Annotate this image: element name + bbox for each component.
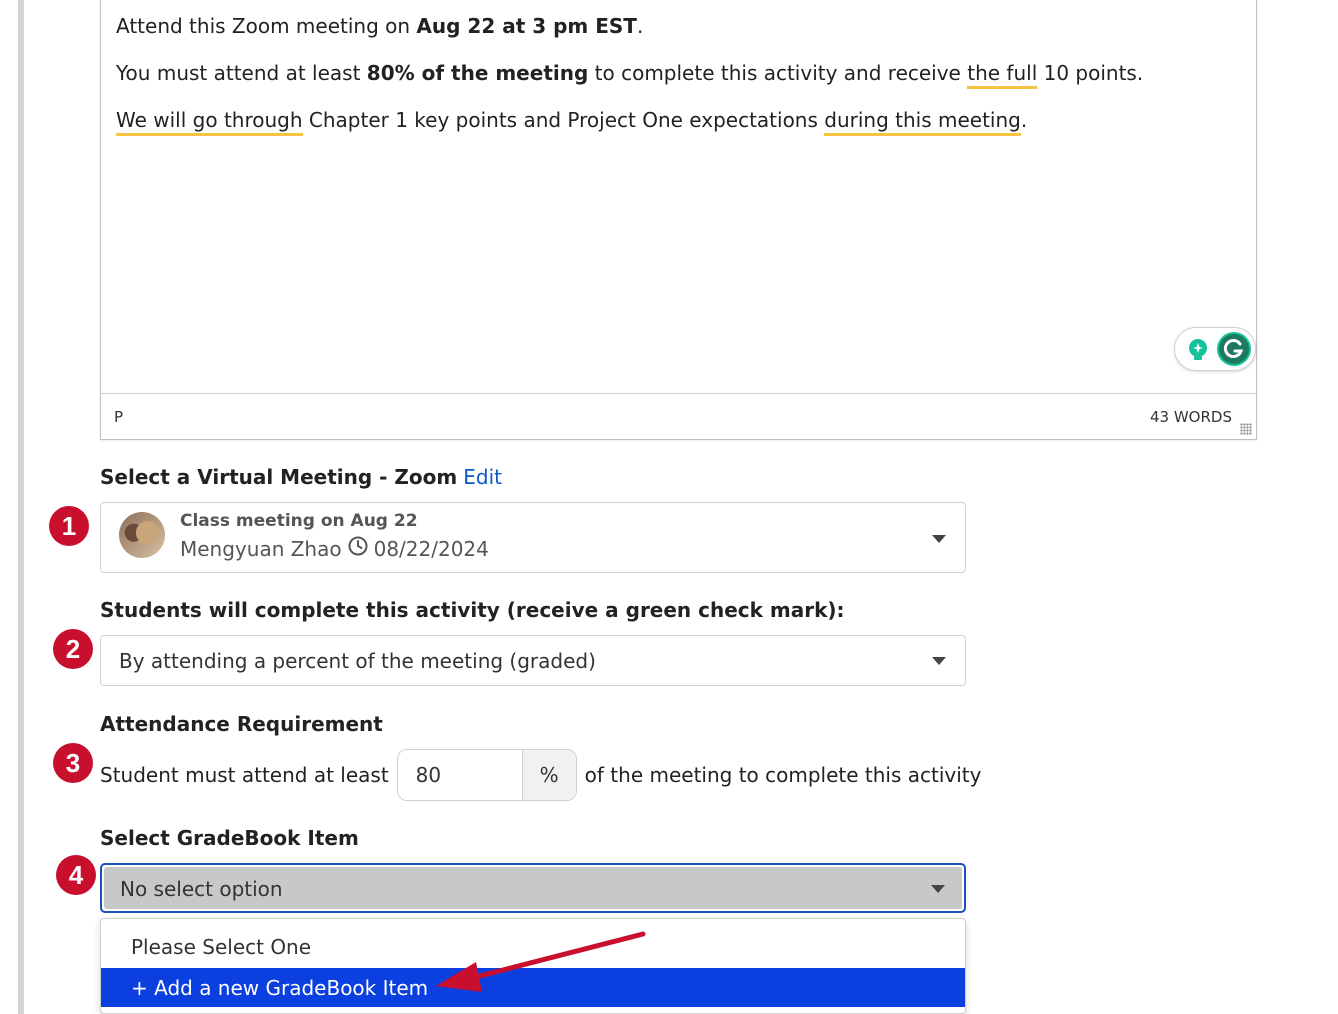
word-count: 43 WORDS [1150,408,1232,426]
element-path[interactable]: P [114,408,123,426]
grammar-suggestion[interactable]: the full [967,61,1038,89]
dropdown-option-add-gradebook-item[interactable]: + Add a new GradeBook Item [101,968,965,1007]
bold-text: Aug 22 at 3 pm EST [416,14,637,38]
gradebook-label: Select GradeBook Item [100,826,359,850]
completion-value: By attending a percent of the meeting (g… [119,649,596,673]
completion-label: Students will complete this activity (re… [100,598,845,622]
text-span: . [636,14,644,38]
editor-line-3: We will go through Chapter 1 key points … [116,107,1241,136]
meeting-title: Class meeting on Aug 22 [180,511,418,531]
chevron-down-icon [932,657,946,665]
attendance-requirement: Student must attend at least 80 % of the… [100,749,982,801]
gradebook-select[interactable]: No select option [100,863,966,913]
gradebook-dropdown-list: Please Select One + Add a new GradeBook … [100,918,966,1014]
text-span: . [1020,108,1028,132]
step-badge-3: 3 [53,743,93,783]
text-span: Attend this Zoom meeting on [116,14,417,38]
clock-icon [348,536,368,561]
avatar [119,512,165,558]
attendance-label: Attendance Requirement [100,712,383,736]
editor-line-2: You must attend at least 80% of the meet… [116,60,1241,89]
text-span: You must attend at least [116,61,367,85]
virtual-meeting-label: Select a Virtual Meeting - Zoom Edit [100,465,502,489]
attendance-percent-input[interactable]: 80 [397,750,522,800]
gradebook-value: No select option [120,877,283,901]
editor-content[interactable]: Attend this Zoom meeting on Aug 22 at 3 … [116,13,1241,154]
completion-select[interactable]: By attending a percent of the meeting (g… [100,635,966,686]
bold-text: 80% of the meeting [366,61,589,85]
virtual-meeting-select[interactable]: Class meeting on Aug 22 Mengyuan Zhao 08… [100,502,966,573]
text-span: to complete this activity and receive [588,61,968,85]
editor-line-1: Attend this Zoom meeting on Aug 22 at 3 … [116,13,1241,40]
grammar-suggestion[interactable]: during this meeting [824,108,1021,136]
label-text: Select a Virtual Meeting - Zoom [100,465,458,489]
grammarly-icon[interactable] [1217,332,1251,366]
meeting-date: 08/22/2024 [373,536,489,561]
attendance-suffix: of the meeting to complete this activity [584,763,982,787]
step-badge-1: 1 [49,506,89,546]
chevron-down-icon [932,535,946,543]
attendance-percent-field[interactable]: 80 % [396,749,577,801]
text-span: Chapter 1 key points and Project One exp… [302,108,825,132]
step-badge-4: 4 [56,855,96,895]
grammar-suggestion[interactable]: We will go through [116,108,303,136]
editor-status-bar: P 43 WORDS [101,393,1256,439]
lightbulb-icon[interactable] [1185,337,1211,367]
meeting-details: Mengyuan Zhao 08/22/2024 [180,536,489,561]
attendance-prefix: Student must attend at least [100,763,389,787]
step-badge-2: 2 [53,629,93,669]
rich-text-editor[interactable]: Attend this Zoom meeting on Aug 22 at 3 … [100,0,1257,440]
meeting-host: Mengyuan Zhao [180,536,342,561]
percent-addon: % [521,750,576,800]
resize-handle[interactable] [1240,423,1252,435]
chevron-down-icon [931,885,945,893]
text-span: 10 points. [1037,61,1144,85]
grammarly-widget[interactable] [1174,327,1256,371]
edit-link[interactable]: Edit [463,465,502,489]
dropdown-option-please-select[interactable]: Please Select One [101,927,965,966]
left-border [18,0,24,1014]
